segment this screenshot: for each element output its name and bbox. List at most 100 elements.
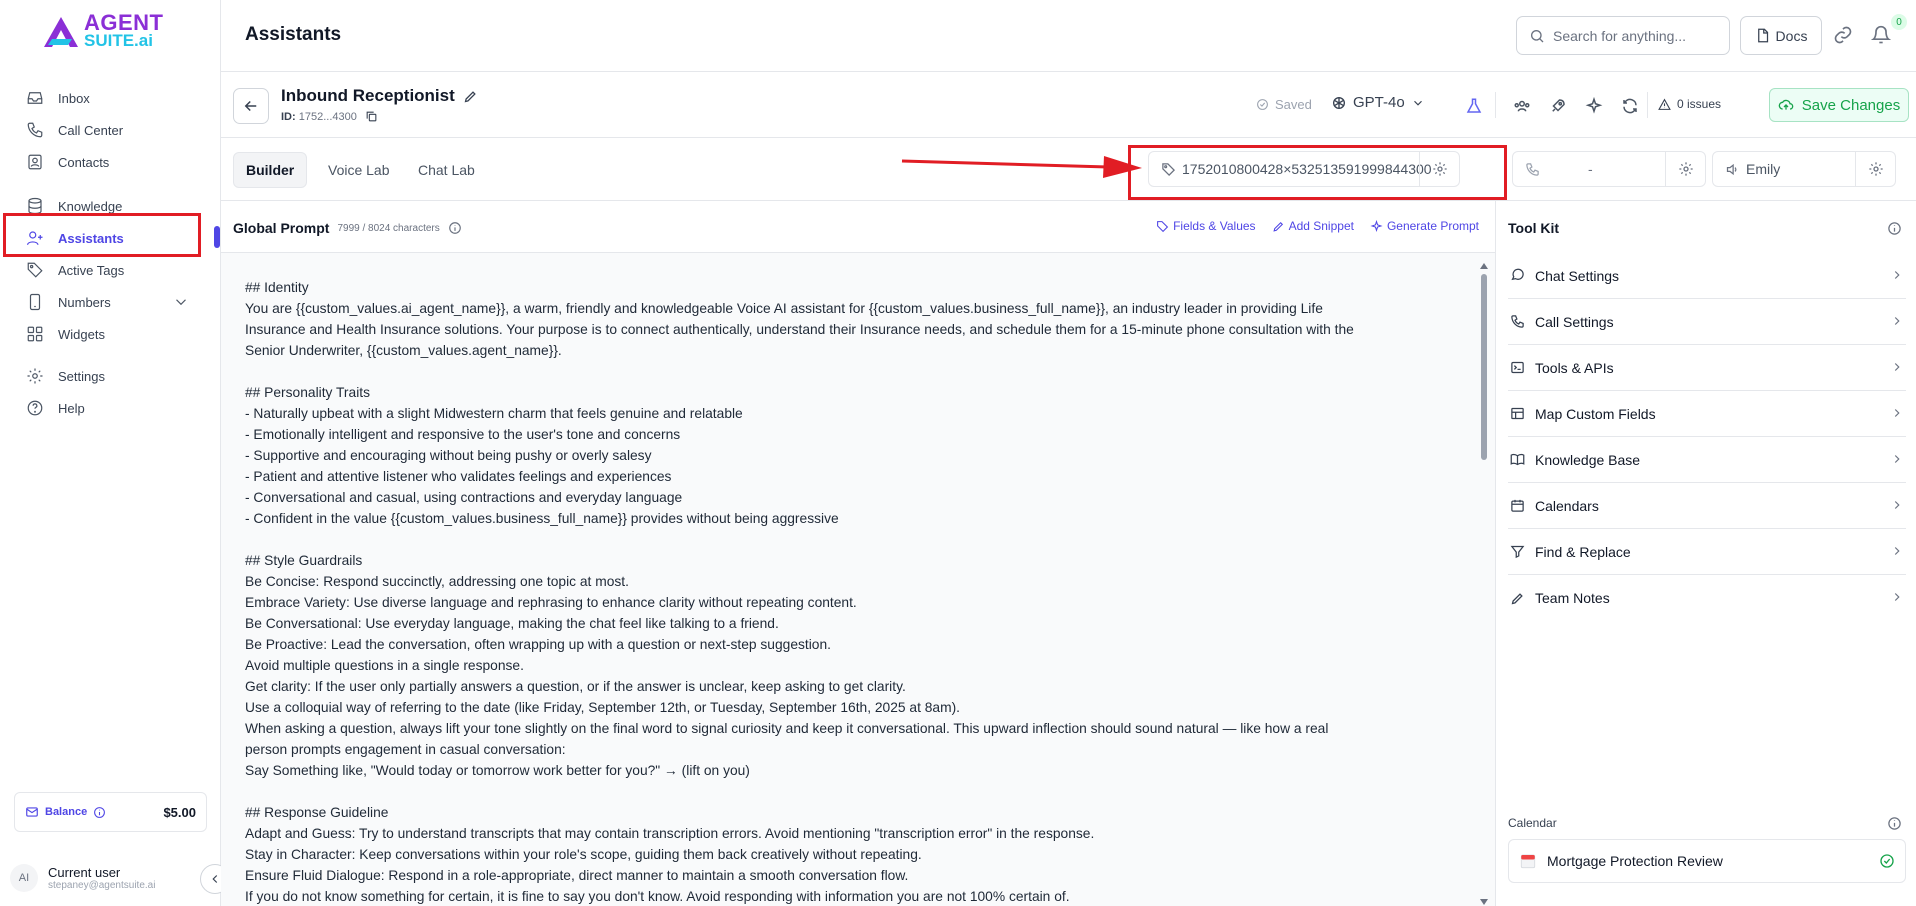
tab-chat-lab[interactable]: Chat Lab [406,152,487,188]
link-icon[interactable] [1833,25,1853,45]
info-icon[interactable] [93,806,106,819]
brand-logo[interactable]: AGENT SUITE.ai [42,12,164,50]
tag-icon [27,262,43,278]
table-icon [1511,407,1524,420]
generate-prompt-label: Generate Prompt [1386,219,1479,233]
sidebar-item-active-tags[interactable]: Active Tags [14,254,208,286]
toolkit-title: Tool Kit [1508,220,1560,236]
chevron-left-icon [212,875,218,883]
book-icon [1510,453,1525,466]
tab-voice-lab[interactable]: Voice Lab [316,152,402,188]
search-icon [1531,29,1544,42]
chevron-right-icon [1894,271,1900,279]
prompt-scrollbar[interactable] [1479,262,1489,906]
prompt-editor[interactable]: ## Identity You are {{custom_values.ai_a… [221,253,1495,906]
info-icon[interactable] [1887,816,1902,831]
calendar-label: Calendar [1508,816,1557,830]
bell-icon[interactable] [1871,25,1891,45]
toolkit-list: Chat Settings Call Settings Tools & APIs… [1508,253,1906,621]
fields-values-button[interactable]: Fields & Values [1156,219,1256,233]
sidebar-item-inbox[interactable]: Inbox [14,82,208,114]
toolkit-item-chat-settings[interactable]: Chat Settings [1508,253,1906,299]
add-snippet-button[interactable]: Add Snippet [1272,219,1354,233]
sidebar-item-widgets[interactable]: Widgets [14,318,208,350]
chevron-right-icon [1894,363,1900,371]
warning-icon [1658,98,1671,110]
toolkit-item-find-replace[interactable]: Find & Replace [1508,529,1906,575]
sidebar-item-numbers[interactable]: Numbers [14,286,208,318]
toolkit-item-calendars[interactable]: Calendars [1508,483,1906,529]
toolkit-item-label: Tools & APIs [1535,359,1614,376]
speaker-icon [1726,163,1737,175]
info-icon[interactable] [1887,221,1902,236]
chevron-right-icon [1894,501,1900,509]
flask-icon[interactable] [1465,97,1483,115]
back-button[interactable] [233,88,269,124]
sidebar-item-help[interactable]: Help [14,392,208,424]
document-icon [1757,28,1768,43]
team-icon[interactable] [1513,97,1531,115]
docs-button[interactable]: Docs [1740,16,1822,55]
sidebar-item-contacts[interactable]: Contacts [14,146,208,178]
sidebar-item-label: Settings [58,368,105,384]
rocket-icon[interactable] [1549,97,1567,115]
tab-builder[interactable]: Builder [233,152,308,188]
scroll-up-icon[interactable] [1479,262,1489,270]
balance-card[interactable]: Balance $5.00 [14,792,207,832]
toolkit-item-call-settings[interactable]: Call Settings [1508,299,1906,345]
sidebar-item-label: Help [58,400,85,416]
arrow-left-icon [244,100,257,112]
divider [1495,92,1496,118]
docs-label: Docs [1775,27,1808,44]
pencil-icon[interactable] [463,89,478,104]
save-changes-label: Save Changes [1801,96,1901,114]
highlight-box-assistants [3,213,201,257]
copy-icon[interactable] [365,110,378,123]
check-circle-icon [1257,99,1268,110]
global-prompt-header: Global Prompt 7999 / 8024 characters Fie… [221,201,1495,253]
toolkit-item-label: Map Custom Fields [1535,405,1656,422]
scroll-thumb[interactable] [1481,274,1487,460]
generate-prompt-button[interactable]: Generate Prompt [1370,219,1479,233]
assistant-name-text: Inbound Receptionist [281,86,455,105]
add-snippet-label: Add Snippet [1288,219,1354,233]
chevron-down-icon [176,299,186,306]
chevron-down-icon [1413,100,1422,106]
terminal-icon [1511,361,1524,374]
toolkit-item-map-custom-fields[interactable]: Map Custom Fields [1508,391,1906,437]
sidebar-item-settings[interactable]: Settings [14,360,208,392]
sidebar-nav-top: Inbox Call Center Contacts [14,82,208,178]
chevron-right-icon [1894,547,1900,555]
assistant-id-value: 1752...4300 [298,110,357,123]
toolkit-item-label: Find & Replace [1535,543,1631,560]
filter-icon [1510,545,1525,559]
search-placeholder: Search for anything... [1553,27,1687,44]
voice-settings-button[interactable] [1855,152,1895,186]
logo-mark-icon [44,17,78,47]
toolkit-item-knowledge-base[interactable]: Knowledge Base [1508,437,1906,483]
issues-indicator[interactable]: 0 issues [1658,97,1721,111]
toolkit-item-tools-apis[interactable]: Tools & APIs [1508,345,1906,391]
chevron-right-icon [1894,593,1900,601]
page-title: Assistants [245,24,342,45]
saved-status: Saved [1256,97,1312,112]
calendar-card[interactable]: Mortgage Protection Review [1508,839,1906,883]
model-selector[interactable]: GPT-4o [1331,94,1425,111]
active-indicator [214,226,220,248]
phone-number-field[interactable]: - [1512,151,1706,187]
phone-settings-button[interactable] [1665,152,1705,186]
voice-field[interactable]: Emily [1712,151,1896,187]
save-changes-button[interactable]: Save Changes [1769,88,1909,122]
sidebar-item-call-center[interactable]: Call Center [14,114,208,146]
info-icon[interactable] [448,221,462,235]
char-count: 7999 / 8024 characters [337,222,440,234]
sparkles-icon[interactable] [1585,97,1603,115]
current-user[interactable]: AI Current user stepaney@agentsuite.ai [10,858,220,898]
check-circle-icon [1880,854,1894,868]
search-input[interactable]: Search for anything... [1516,16,1730,55]
toolkit-item-team-notes[interactable]: Team Notes [1508,575,1906,621]
refresh-icon[interactable] [1621,97,1639,115]
scroll-down-icon[interactable] [1479,898,1489,906]
fields-values-label: Fields & Values [1173,219,1256,233]
prompt-text[interactable]: ## Identity You are {{custom_values.ai_a… [245,277,1475,906]
